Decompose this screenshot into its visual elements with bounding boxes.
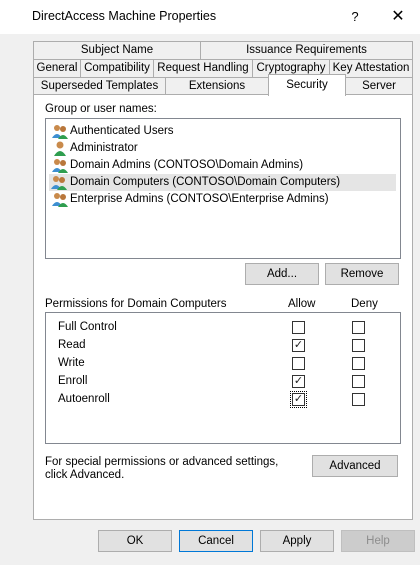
deny-checkbox[interactable]	[352, 339, 365, 352]
deny-checkbox[interactable]	[352, 375, 365, 388]
tab-issuance-requirements[interactable]: Issuance Requirements	[200, 41, 413, 59]
allow-header: Allow	[288, 298, 316, 310]
list-item[interactable]: Authenticated Users	[50, 123, 180, 140]
tab-request-handling[interactable]: Request Handling	[153, 59, 253, 77]
list-item[interactable]: Domain Admins (CONTOSO\Domain Admins)	[50, 157, 309, 174]
principals-list[interactable]: Authenticated Users Administrator Domain…	[45, 118, 401, 259]
tab-extensions[interactable]: Extensions	[165, 77, 269, 95]
deny-checkbox[interactable]	[352, 357, 365, 370]
permission-name: Autoenroll	[58, 393, 110, 405]
add-button[interactable]: Add...	[245, 263, 319, 285]
tab-server[interactable]: Server	[345, 77, 413, 95]
permissions-label: Permissions for Domain Computers	[45, 298, 227, 310]
remove-button[interactable]: Remove	[325, 263, 399, 285]
list-item[interactable]: Enterprise Admins (CONTOSO\Enterprise Ad…	[50, 191, 335, 208]
window-title: DirectAccess Machine Properties	[32, 9, 217, 23]
cancel-button[interactable]: Cancel	[179, 530, 253, 552]
principal-name: Domain Admins (CONTOSO\Domain Admins)	[70, 159, 304, 171]
help-button[interactable]: Help	[341, 530, 415, 552]
title-bar: DirectAccess Machine Properties ? ✕	[0, 0, 420, 34]
principal-name: Enterprise Admins (CONTOSO\Enterprise Ad…	[70, 193, 329, 205]
principal-name: Administrator	[70, 142, 138, 154]
list-item-selected[interactable]: Domain Computers (CONTOSO\Domain Compute…	[49, 174, 396, 191]
help-icon[interactable]: ?	[344, 4, 366, 30]
deny-checkbox[interactable]	[352, 393, 365, 406]
allow-checkbox[interactable]	[292, 321, 305, 334]
permission-name: Full Control	[58, 321, 117, 333]
users-group-icon	[51, 176, 67, 190]
permission-row-read: Read ✓	[46, 337, 400, 355]
tab-security[interactable]: Security	[268, 74, 346, 96]
permission-row-enroll: Enroll ✓	[46, 373, 400, 391]
tab-general[interactable]: General	[33, 59, 81, 77]
permission-row-full-control: Full Control	[46, 319, 400, 337]
permission-row-write: Write	[46, 355, 400, 373]
users-group-icon	[52, 193, 68, 207]
tab-superseded-templates[interactable]: Superseded Templates	[33, 77, 166, 95]
close-icon[interactable]: ✕	[384, 4, 412, 30]
list-item[interactable]: Administrator	[50, 140, 144, 157]
permission-name: Write	[58, 357, 85, 369]
deny-checkbox[interactable]	[352, 321, 365, 334]
principal-name: Domain Computers (CONTOSO\Domain Compute…	[70, 176, 341, 188]
advanced-button[interactable]: Advanced	[312, 455, 398, 477]
permission-name: Enroll	[58, 375, 88, 387]
ok-button[interactable]: OK	[98, 530, 172, 552]
tab-compatibility[interactable]: Compatibility	[80, 59, 154, 77]
principal-name: Authenticated Users	[70, 125, 174, 137]
advanced-hint-text: For special permissions or advanced sett…	[45, 456, 279, 481]
deny-header: Deny	[351, 298, 378, 310]
permissions-list: Full Control Read ✓ Write Enroll ✓ Autoe…	[45, 312, 401, 444]
permission-name: Read	[58, 339, 86, 351]
permission-row-autoenroll: Autoenroll ✓	[46, 391, 400, 409]
allow-checkbox[interactable]: ✓	[290, 391, 307, 408]
users-group-icon	[52, 125, 68, 139]
user-icon	[54, 141, 66, 156]
apply-button[interactable]: Apply	[260, 530, 334, 552]
allow-checkbox[interactable]	[292, 357, 305, 370]
allow-checkbox[interactable]: ✓	[292, 339, 305, 352]
tab-subject-name[interactable]: Subject Name	[33, 41, 201, 59]
allow-checkbox[interactable]: ✓	[292, 375, 305, 388]
group-or-user-names-label: Group or user names:	[45, 103, 157, 115]
users-group-icon	[52, 159, 68, 173]
